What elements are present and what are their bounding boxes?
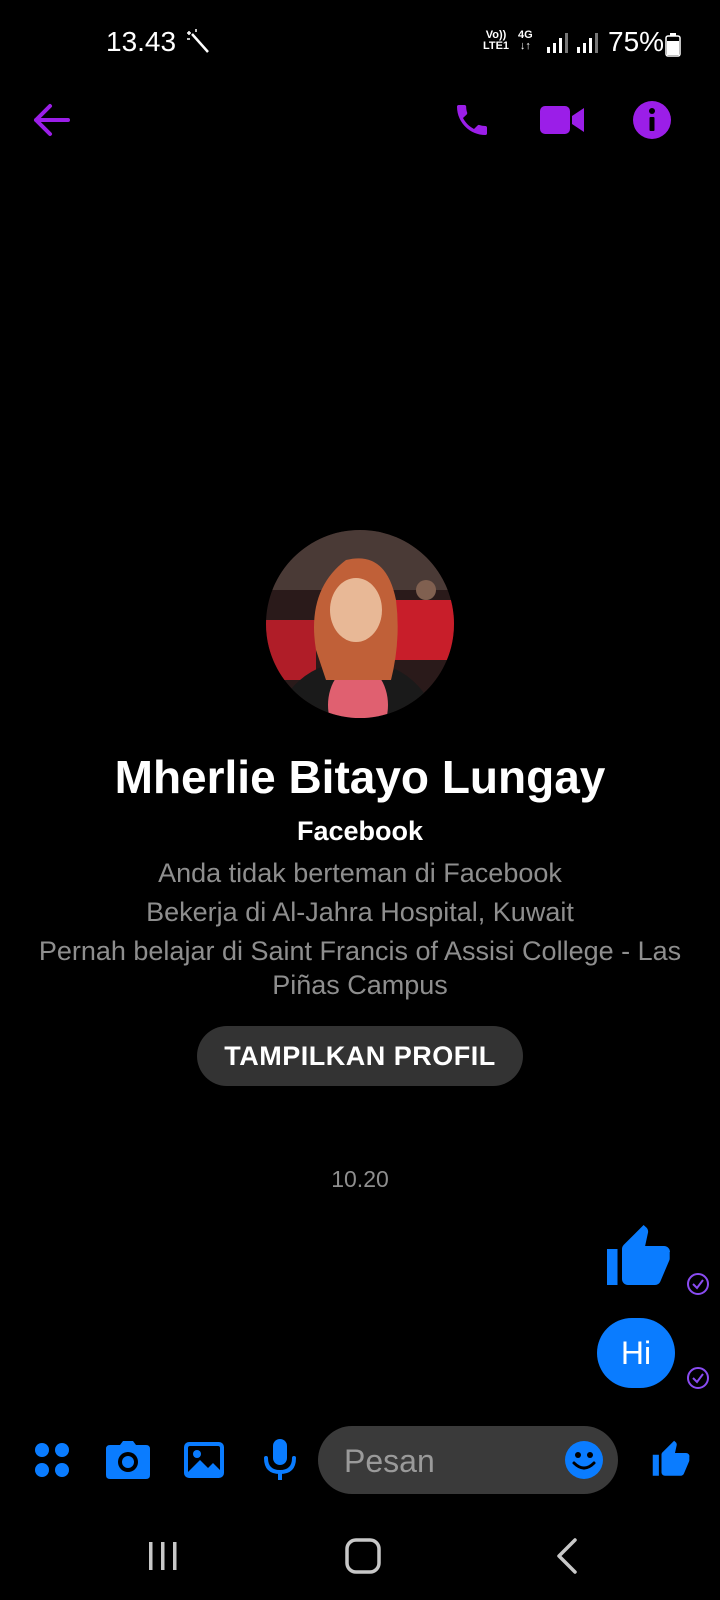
nav-back-button[interactable]: [532, 1526, 602, 1586]
home-button[interactable]: [328, 1526, 398, 1586]
home-icon: [345, 1538, 381, 1574]
video-call-button[interactable]: [532, 90, 592, 150]
info-button[interactable]: [622, 90, 682, 150]
signal-icon: [546, 32, 568, 59]
voice-call-button[interactable]: [442, 90, 502, 150]
message-bubble[interactable]: Hi: [597, 1318, 675, 1388]
emoji-icon: [565, 1441, 603, 1479]
friend-status: Anda tidak berteman di Facebook: [158, 858, 562, 888]
signal-icon: [576, 32, 598, 59]
back-arrow-icon: [34, 104, 70, 136]
status-bar: 13.43 Vo)) LTE1 4G ↓↑ 75%: [0, 0, 720, 86]
camera-button[interactable]: [102, 1434, 154, 1486]
microphone-button[interactable]: [254, 1434, 306, 1486]
microphone-icon: [264, 1439, 296, 1480]
battery-percent: 75%: [608, 26, 665, 57]
chat-header: [0, 90, 720, 154]
recent-apps-icon: [149, 1542, 177, 1570]
apps-grid-icon: [35, 1443, 69, 1477]
status-time: 13.43: [106, 26, 177, 57]
apps-button[interactable]: [26, 1434, 78, 1486]
profile-education: Pernah belajar di Saint Francis of Assis…: [38, 936, 682, 1000]
profile-name: Mherlie Bitayo Lungay: [114, 751, 606, 803]
view-profile-button[interactable]: TAMPILKAN PROFIL: [197, 1026, 523, 1086]
profile-source: Facebook: [296, 816, 424, 846]
thumbs-up-icon: [652, 1440, 690, 1476]
thumbs-up-icon: [607, 1225, 670, 1285]
battery-icon: [665, 33, 681, 62]
message-input[interactable]: [342, 1426, 556, 1496]
read-check-icon: [686, 1272, 710, 1296]
read-check-icon: [686, 1366, 710, 1390]
4g-label: 4G: [518, 29, 533, 41]
profile-work: Bekerja di Al-Jahra Hospital, Kuwait: [146, 897, 574, 927]
system-nav-bar: [0, 1516, 720, 1600]
profile-avatar[interactable]: [266, 530, 454, 718]
camera-icon: [106, 1441, 150, 1479]
lte-label: Vo)) LTE1: [482, 29, 510, 52]
phone-icon: [457, 105, 487, 135]
send-like-button[interactable]: [646, 1434, 698, 1486]
info-icon: [633, 101, 671, 139]
recent-apps-button[interactable]: [128, 1526, 198, 1586]
gallery-button[interactable]: [178, 1434, 230, 1486]
message-composer: [0, 1424, 720, 1496]
back-button[interactable]: [22, 90, 82, 150]
gallery-icon: [184, 1442, 224, 1478]
message-timestamp: 10.20: [331, 1166, 389, 1192]
message-input-container: [318, 1426, 618, 1496]
like-message[interactable]: [604, 1222, 676, 1299]
back-icon: [557, 1538, 577, 1574]
4g-indicator: 4G ↓↑: [518, 29, 533, 52]
magic-wand-icon: [186, 28, 212, 61]
lte-indicator: Vo)) LTE1: [482, 30, 510, 52]
messenger-chat-screen: 13.43 Vo)) LTE1 4G ↓↑ 75% Mherlie Bitayo…: [0, 0, 720, 1600]
video-camera-icon: [540, 106, 584, 134]
message-text: Hi: [620, 1335, 652, 1371]
emoji-button[interactable]: [564, 1440, 604, 1480]
